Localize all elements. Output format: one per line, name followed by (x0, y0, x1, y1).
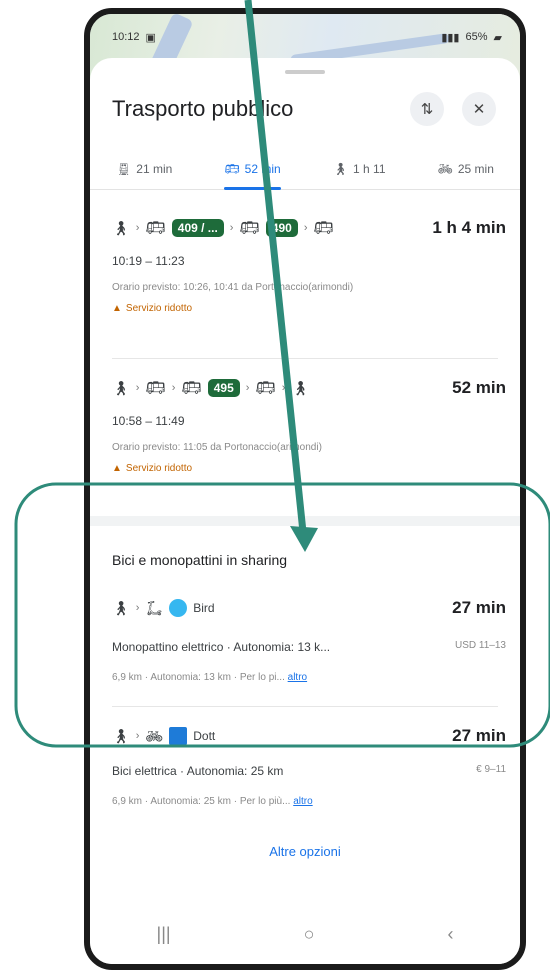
walk-icon: 🚶︎ (112, 727, 130, 744)
bus-icon: 🚌︎ (224, 161, 240, 176)
tab-walk[interactable]: 🚶︎ 1 h 11 (333, 148, 386, 189)
sheet-title: Trasporto pubblico (112, 96, 294, 121)
sharing-section-title: Bici e monopattini in sharing (112, 552, 288, 568)
warning-icon: ▲ (112, 303, 122, 314)
bus-icon: 🚌︎ (313, 220, 334, 237)
sharing-duration: 27 min (452, 598, 506, 617)
route-duration: 1 h 4 min (432, 218, 506, 237)
chevron-right-icon: › (303, 222, 308, 234)
route-duration: 52 min (452, 378, 506, 397)
sharing-price: € 9–11 (476, 764, 506, 775)
bike-icon: 🚲︎ (437, 161, 453, 176)
warning-icon: ▲ (112, 463, 122, 474)
bus-icon: 🚌︎ (255, 380, 276, 397)
sharing-price: USD 11–13 (455, 640, 506, 651)
tab-bike[interactable]: 🚲︎ 25 min (438, 148, 494, 189)
provider-name: Bird (193, 601, 215, 615)
tab-label: 21 min (136, 161, 173, 176)
sharing-option-bird[interactable]: 🚶︎ › 🛴︎ Bird 27 min (112, 598, 506, 618)
more-link[interactable]: altro (288, 672, 307, 683)
service-warning: ▲ Servizio ridotto (112, 303, 506, 314)
status-bar: 10:12 ▣ ▮▮▮ 65% ▰ (90, 24, 520, 50)
notification-icon: ▣ (145, 31, 156, 44)
chevron-right-icon: › (229, 222, 234, 234)
sharing-desc-text: Monopattino elettrico · Autonomia: 13 k.… (112, 640, 331, 654)
more-options-link[interactable]: Altre opzioni (90, 844, 520, 859)
sharing-desc: Bici elettrica · Autonomia: 25 km € 9–11 (112, 764, 506, 778)
close-icon: ✕ (472, 101, 486, 118)
warning-text: Servizio ridotto (125, 303, 193, 314)
chevron-right-icon: › (135, 730, 140, 742)
bus-icon: 🚌︎ (145, 220, 166, 237)
train-icon: 🚆︎ (116, 161, 132, 176)
sharing-sub-text: 6,9 km · Autonomia: 25 km · Per lo più..… (112, 796, 291, 807)
home-icon[interactable]: ○ (304, 924, 315, 945)
chevron-right-icon: › (281, 382, 286, 394)
sharing-sub: 6,9 km · Autonomia: 13 km · Per lo pi...… (112, 672, 506, 683)
tune-icon: ⇅ (420, 101, 434, 118)
divider (112, 706, 498, 707)
sharing-option-dott[interactable]: 🚶︎ › 🚲︎ Dott 27 min (112, 726, 506, 746)
chevron-right-icon: › (171, 382, 176, 394)
status-time: 10:12 (112, 31, 140, 43)
bus-icon: 🚌︎ (145, 380, 166, 397)
battery-level: 65% (465, 31, 488, 43)
mode-tabs: 🚆︎ 21 min 🚌︎ 52 min 🚶︎ 1 h 11 🚲︎ 25 min (90, 148, 520, 190)
warning-text: Servizio ridotto (125, 463, 193, 474)
line-badge: 409 / ... (171, 219, 224, 237)
android-nav-bar: ||| ○ ‹ (90, 904, 520, 964)
walk-icon: 🚶︎ (112, 219, 130, 236)
provider-name: Dott (193, 729, 216, 743)
directions-sheet[interactable]: Trasporto pubblico ⇅ ✕ 🚆︎ 21 min 🚌︎ 52 min… (90, 58, 520, 904)
bus-icon: 🚌︎ (239, 220, 260, 237)
tab-train[interactable]: 🚆︎ 21 min (116, 148, 172, 189)
section-gap (90, 516, 520, 526)
line-badge: 490 (265, 219, 298, 237)
tab-label: 52 min (244, 161, 281, 176)
sharing-desc: Monopattino elettrico · Autonomia: 13 k.… (112, 640, 506, 654)
walk-icon: 🚶︎ (332, 161, 349, 176)
chevron-right-icon: › (135, 222, 140, 234)
route-schedule: Orario previsto: 10:26, 10:41 da Portona… (112, 282, 354, 293)
bike-icon: 🚲︎ (145, 727, 164, 744)
battery-icon: ▰ (493, 31, 502, 44)
bird-logo-icon (169, 599, 188, 617)
line-badge: 495 (207, 379, 240, 397)
sharing-duration: 27 min (452, 726, 506, 745)
divider (112, 358, 498, 359)
walk-icon: 🚶︎ (291, 379, 310, 396)
chevron-right-icon: › (135, 382, 140, 394)
route-option-1[interactable]: 🚶︎ › 🚌︎ 409 / ... › 🚌︎ 490 › 🚌︎ 1 h 4 min 1… (112, 218, 506, 314)
close-button[interactable]: ✕ (462, 92, 496, 126)
tune-button[interactable]: ⇅ (410, 92, 444, 126)
route-times: 10:58 – 11:49 (112, 414, 185, 428)
chevron-right-icon: › (135, 602, 140, 614)
scooter-icon: 🛴︎ (145, 599, 164, 616)
route-option-2[interactable]: 🚶︎ › 🚌︎ › 🚌︎ 495 › 🚌︎ › 🚶︎ 52 min 10:58 – 11… (112, 378, 506, 474)
walk-icon: 🚶︎ (112, 599, 130, 616)
phone-frame: 10:12 ▣ ▮▮▮ 65% ▰ Trasporto pubblico ⇅ ✕ 🚆︎… (84, 8, 526, 970)
route-schedule: Orario previsto: 11:05 da Portonaccio(ar… (112, 442, 322, 453)
route-times: 10:19 – 11:23 (112, 254, 185, 268)
signal-icon: ▮▮▮ (441, 31, 460, 44)
sharing-sub-text: 6,9 km · Autonomia: 13 km · Per lo pi... (112, 672, 285, 683)
service-warning: ▲ Servizio ridotto (112, 463, 506, 474)
recents-icon[interactable]: ||| (157, 924, 171, 945)
screenshot-stage: 10:12 ▣ ▮▮▮ 65% ▰ Trasporto pubblico ⇅ ✕ 🚆︎… (0, 0, 550, 974)
bus-icon: 🚌︎ (181, 380, 202, 397)
more-link[interactable]: altro (293, 796, 312, 807)
chevron-right-icon: › (245, 382, 250, 394)
tab-label: 1 h 11 (353, 161, 386, 176)
back-icon[interactable]: ‹ (447, 924, 453, 945)
sharing-sub: 6,9 km · Autonomia: 25 km · Per lo più..… (112, 796, 506, 807)
dott-logo-icon (169, 727, 188, 745)
drag-handle[interactable] (285, 70, 325, 74)
tab-label: 25 min (457, 161, 494, 176)
sharing-desc-text: Bici elettrica · Autonomia: 25 km (112, 764, 284, 778)
tab-bus[interactable]: 🚌︎ 52 min (224, 148, 281, 190)
walk-icon: 🚶︎ (112, 379, 130, 396)
